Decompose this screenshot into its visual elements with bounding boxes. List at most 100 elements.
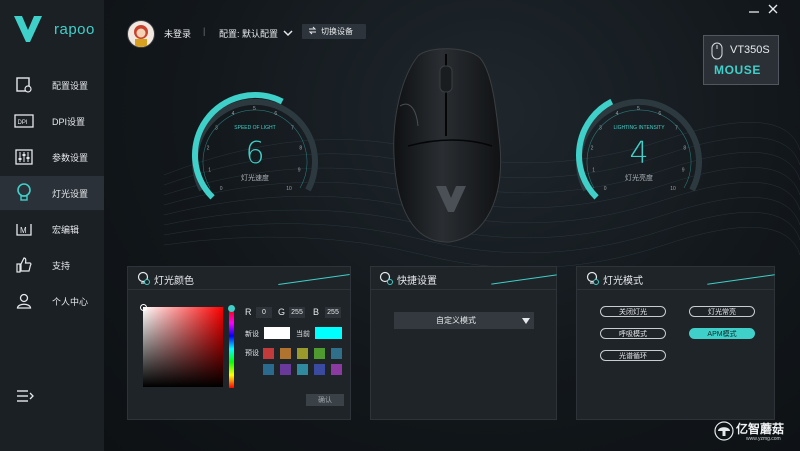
sliders-icon <box>14 147 34 167</box>
macro-icon: M <box>14 219 34 239</box>
list-menu-icon[interactable] <box>16 388 34 406</box>
config-label[interactable]: 配置: 默认配置 <box>219 27 278 40</box>
avatar[interactable] <box>127 20 155 48</box>
preset-swatch[interactable] <box>331 348 342 359</box>
light-mode-panel: 灯光模式 <box>576 266 775 420</box>
b-input[interactable]: 255 <box>325 307 341 318</box>
watermark-text: 亿智蘑菇 <box>736 422 785 436</box>
quick-settings-panel: 快捷设置 <box>370 266 557 420</box>
bulb-icon <box>14 183 34 203</box>
hue-slider-handle[interactable] <box>228 305 235 312</box>
dpi-icon: DPI <box>14 111 34 131</box>
logo-text: rapoo <box>54 21 95 38</box>
gauge-tick-label: 10 <box>286 186 292 192</box>
hue-slider[interactable] <box>229 310 234 388</box>
quick-mode-value: 自定义模式 <box>436 316 476 325</box>
new-color-label: 新设 <box>245 331 259 338</box>
preset-swatch[interactable] <box>331 364 342 375</box>
sidebar-item-macro[interactable]: M 宏编辑 <box>0 212 104 246</box>
color-picker-area[interactable] <box>143 307 223 387</box>
sidebar-item-profile[interactable]: 个人中心 <box>0 284 104 318</box>
close-icon[interactable] <box>766 2 780 14</box>
gauge-tick-label: 6 <box>274 111 277 117</box>
thumbs-up-icon <box>14 255 34 275</box>
mouse-outline-icon <box>710 42 724 65</box>
topbar-separator: | <box>203 26 206 36</box>
rapoo-logo: rapoo <box>10 14 100 46</box>
bulb-icon <box>136 271 150 285</box>
gauge-label: 灯光亮度 <box>625 175 653 182</box>
light-intensity-gauge[interactable]: 0 1 2 3 4 5 6 7 8 9 10 LIGHTING INTENSITY 4 灯光亮度 <box>564 80 714 210</box>
gauge-value: 4 <box>629 136 649 171</box>
r-input[interactable]: 0 <box>256 307 272 318</box>
watermark: 亿智蘑菇 www.yzmg.com <box>714 419 800 451</box>
current-color-swatch <box>315 327 342 339</box>
confirm-button[interactable]: 确认 <box>306 394 344 406</box>
preset-swatch[interactable] <box>263 364 274 375</box>
sidebar-item-label: 配置设置 <box>52 80 89 91</box>
mode-button-off[interactable]: 关闭灯光 <box>600 306 666 317</box>
login-status[interactable]: 未登录 <box>164 27 191 40</box>
sidebar-item-label: DPI设置 <box>52 116 86 127</box>
switch-device-button[interactable]: 切换设备 <box>302 24 366 39</box>
rapoo-v-icon <box>14 16 42 42</box>
sidebar-item-label: 灯光设置 <box>52 188 89 199</box>
watermark-url: www.yzmg.com <box>746 436 781 442</box>
bulb-icon <box>585 271 599 285</box>
caret-down-icon <box>518 317 534 324</box>
sidebar: rapoo 配置设置 DPI DPI设置 参数设置 灯光设置 M 宏编辑 支持 <box>0 0 104 451</box>
switch-device-label: 切换设备 <box>321 27 353 36</box>
panel-title: 快捷设置 <box>397 276 437 287</box>
gauge-label: 灯光速度 <box>241 175 269 182</box>
light-speed-gauge[interactable]: 0 1 2 3 4 5 6 7 8 9 10 SPEED OF LIGHT 6 灯光速度 <box>180 80 330 210</box>
preset-swatch[interactable] <box>263 348 274 359</box>
mode-button-apm[interactable]: APM模式 <box>689 328 755 339</box>
preset-swatch[interactable] <box>297 348 308 359</box>
sidebar-item-label: 个人中心 <box>52 296 89 307</box>
preset-swatch[interactable] <box>314 348 325 359</box>
sidebar-item-label: 参数设置 <box>52 152 89 163</box>
sidebar-item-label: 支持 <box>52 260 71 271</box>
user-icon <box>14 291 34 311</box>
preset-label: 预设 <box>245 350 259 357</box>
config-icon <box>14 75 34 95</box>
preset-swatch[interactable] <box>280 364 291 375</box>
preset-swatch[interactable] <box>297 364 308 375</box>
mode-button-steady[interactable]: 灯光常亮 <box>689 306 755 317</box>
gauge-caption: SPEED OF LIGHT <box>234 125 276 131</box>
preset-swatch-grid <box>263 348 347 378</box>
svg-text:DPI: DPI <box>18 120 28 126</box>
sidebar-item-lighting[interactable]: 灯光设置 <box>0 176 104 210</box>
gauge-caption: LIGHTING INTENSITY <box>613 125 665 131</box>
mushroom-logo-icon <box>714 421 734 441</box>
g-label: G <box>278 307 286 317</box>
quick-settings-icon <box>379 271 393 285</box>
sidebar-item-config[interactable]: 配置设置 <box>0 68 104 102</box>
mode-button-spectrum[interactable]: 光谱循环 <box>600 350 666 361</box>
sidebar-item-support[interactable]: 支持 <box>0 248 104 282</box>
gauge-value: 6 <box>245 136 265 171</box>
gauge-tick-label: 4 <box>616 111 619 117</box>
chevron-down-icon[interactable] <box>282 26 294 38</box>
preset-swatch[interactable] <box>314 364 325 375</box>
preset-swatch[interactable] <box>280 348 291 359</box>
g-input[interactable]: 255 <box>289 307 305 318</box>
b-label: B <box>313 307 320 317</box>
sidebar-item-params[interactable]: 参数设置 <box>0 140 104 174</box>
picker-cursor[interactable] <box>140 304 147 311</box>
gauge-tick-label: 10 <box>670 186 676 192</box>
new-color-swatch <box>264 327 290 339</box>
gauge-tick-label: 0 <box>220 186 223 192</box>
sidebar-item-label: 宏编辑 <box>52 224 80 235</box>
mode-button-breathing[interactable]: 呼吸模式 <box>600 328 666 339</box>
svg-text:M: M <box>20 226 27 235</box>
swap-icon <box>308 26 317 37</box>
minimize-icon[interactable] <box>748 3 760 13</box>
gauge-tick-label: 0 <box>604 186 607 192</box>
quick-mode-select[interactable]: 自定义模式 <box>394 312 534 329</box>
gauge-tick-label: 4 <box>232 111 235 117</box>
gauge-tick-label: 6 <box>658 111 661 117</box>
sidebar-item-dpi[interactable]: DPI DPI设置 <box>0 104 104 138</box>
device-type: MOUSE <box>714 63 762 77</box>
panel-title: 灯光模式 <box>603 276 643 287</box>
